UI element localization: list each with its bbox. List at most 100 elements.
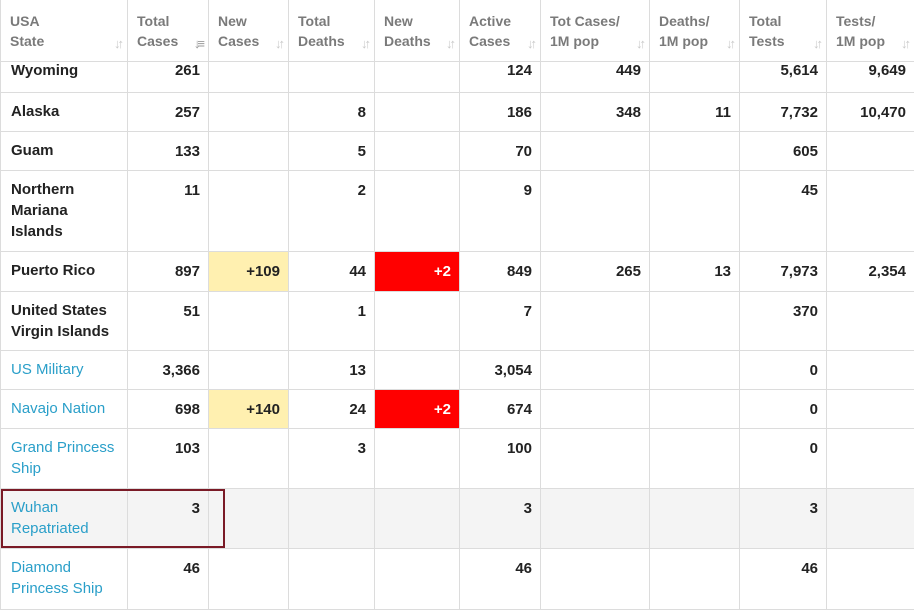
state-value: Northern Mariana Islands [11, 171, 119, 242]
new-cases-value: +109 [219, 252, 280, 282]
sort-arrows-icon[interactable]: ↓↑ [527, 36, 534, 51]
column-header-active-cases[interactable]: ActiveCases↓↑ [460, 0, 541, 62]
total-deaths-value: 5 [299, 132, 366, 162]
state-cell: Guam [1, 132, 128, 171]
state-value: Guam [11, 132, 119, 161]
active-cases-value: 3 [470, 489, 532, 519]
column-header-new-deaths[interactable]: NewDeaths↓↑ [375, 0, 460, 62]
tot-cases-per-1m-value [551, 292, 641, 301]
tests-per-1m-cell [827, 549, 914, 610]
new-deaths-cell [375, 171, 460, 252]
total-cases-cell: 3 [128, 489, 209, 549]
new-cases-value [219, 171, 280, 180]
tot-cases-per-1m-value [551, 390, 641, 399]
state-cell: Northern Mariana Islands [1, 171, 128, 252]
active-cases-cell: 100 [460, 429, 541, 489]
sort-arrows-icon[interactable]: ↓↑ [901, 36, 908, 51]
total-cases-cell: 897 [128, 252, 209, 292]
state-cell: Wyoming [1, 62, 128, 93]
state-cell[interactable]: Navajo Nation [1, 390, 128, 429]
active-cases-cell: 46 [460, 549, 541, 610]
new-cases-value [219, 93, 280, 102]
column-header-total-tests[interactable]: TotalTests↓↑ [740, 0, 827, 62]
state-value: Diamond Princess Ship [11, 549, 119, 599]
deaths-per-1m-value [660, 390, 731, 399]
sort-arrows-icon[interactable]: ↓↑ [275, 36, 282, 51]
total-tests-cell: 5,614 [740, 62, 827, 93]
total-deaths-cell [289, 62, 375, 93]
sort-arrows-icon[interactable]: ↓↑ [813, 36, 820, 51]
new-cases-cell [209, 351, 289, 390]
column-header-state[interactable]: USAState↓↑ [1, 0, 128, 62]
sort-arrows-icon[interactable]: ↓↑ [446, 36, 453, 51]
state-value: United States Virgin Islands [11, 292, 119, 342]
total-tests-value: 46 [750, 549, 818, 579]
tests-per-1m-value [837, 489, 906, 498]
tot-cases-per-1m-value: 265 [551, 252, 641, 282]
total-deaths-value: 1 [299, 292, 366, 322]
new-cases-value [219, 489, 280, 498]
table-row: Navajo Nation698+14024+26740 [1, 390, 914, 429]
column-header-tests-per-1m[interactable]: Tests/1M pop↓↑ [827, 0, 914, 62]
sort-desc-icon[interactable]: ↓≡ [194, 36, 202, 51]
tot-cases-per-1m-cell [541, 171, 650, 252]
deaths-per-1m-cell [650, 429, 740, 489]
column-header-deaths-per-1m[interactable]: Deaths/1M pop↓↑ [650, 0, 740, 62]
sort-arrows-icon[interactable]: ↓↑ [114, 36, 121, 51]
total-cases-cell: 3,366 [128, 351, 209, 390]
total-tests-cell: 370 [740, 292, 827, 351]
tot-cases-per-1m-cell [541, 292, 650, 351]
total-deaths-value: 3 [299, 429, 366, 459]
new-deaths-cell [375, 62, 460, 93]
tests-per-1m-cell [827, 292, 914, 351]
column-header-total-deaths[interactable]: TotalDeaths↓↑ [289, 0, 375, 62]
state-cell[interactable]: US Military [1, 351, 128, 390]
total-deaths-cell: 3 [289, 429, 375, 489]
active-cases-cell: 3 [460, 489, 541, 549]
tests-per-1m-value [837, 171, 906, 180]
sort-arrows-icon[interactable]: ↓↑ [361, 36, 368, 51]
state-value: Alaska [11, 93, 119, 122]
active-cases-cell: 3,054 [460, 351, 541, 390]
total-deaths-value [299, 489, 366, 498]
total-cases-value: 897 [138, 252, 200, 282]
table-row: Guam 133 5 70 605 [1, 132, 914, 171]
total-cases-cell: 46 [128, 549, 209, 610]
total-cases-value: 103 [138, 429, 200, 459]
sort-arrows-icon[interactable]: ↓↑ [726, 36, 733, 51]
total-tests-value: 605 [750, 132, 818, 162]
deaths-per-1m-value [660, 132, 731, 141]
tot-cases-per-1m-value [551, 351, 641, 360]
deaths-per-1m-cell [650, 171, 740, 252]
active-cases-cell: 9 [460, 171, 541, 252]
state-value: Wyoming [11, 60, 119, 81]
deaths-per-1m-cell [650, 390, 740, 429]
tests-per-1m-value [837, 351, 906, 360]
column-header-tot-cases-per-1m[interactable]: Tot Cases/1M pop↓↑ [541, 0, 650, 62]
active-cases-value: 46 [470, 549, 532, 579]
total-deaths-cell [289, 549, 375, 610]
state-cell[interactable]: Diamond Princess Ship [1, 549, 128, 610]
state-cell: United States Virgin Islands [1, 292, 128, 351]
total-cases-value: 11 [138, 171, 200, 201]
state-cell[interactable]: Wuhan Repatriated [1, 489, 128, 549]
column-header-total-cases[interactable]: TotalCases↓≡ [128, 0, 209, 62]
new-cases-value [219, 132, 280, 141]
total-cases-cell: 133 [128, 132, 209, 171]
tot-cases-per-1m-cell [541, 549, 650, 610]
new-deaths-value [385, 351, 451, 360]
column-header-new-cases[interactable]: NewCases↓↑ [209, 0, 289, 62]
sort-arrows-icon[interactable]: ↓↑ [636, 36, 643, 51]
table-row: Wyoming2611244495,6149,649 [1, 62, 914, 93]
table-row: US Military3,366133,0540 [1, 351, 914, 390]
total-cases-cell: 51 [128, 292, 209, 351]
new-deaths-cell [375, 351, 460, 390]
state-value: Puerto Rico [11, 252, 119, 281]
new-cases-cell [209, 549, 289, 610]
state-cell: Puerto Rico [1, 252, 128, 292]
total-tests-cell: 0 [740, 429, 827, 489]
deaths-per-1m-cell [650, 489, 740, 549]
state-cell[interactable]: Grand Princess Ship [1, 429, 128, 489]
active-cases-cell: 70 [460, 132, 541, 171]
table-row: Puerto Rico897+10944+2849265137,9732,354 [1, 252, 914, 292]
